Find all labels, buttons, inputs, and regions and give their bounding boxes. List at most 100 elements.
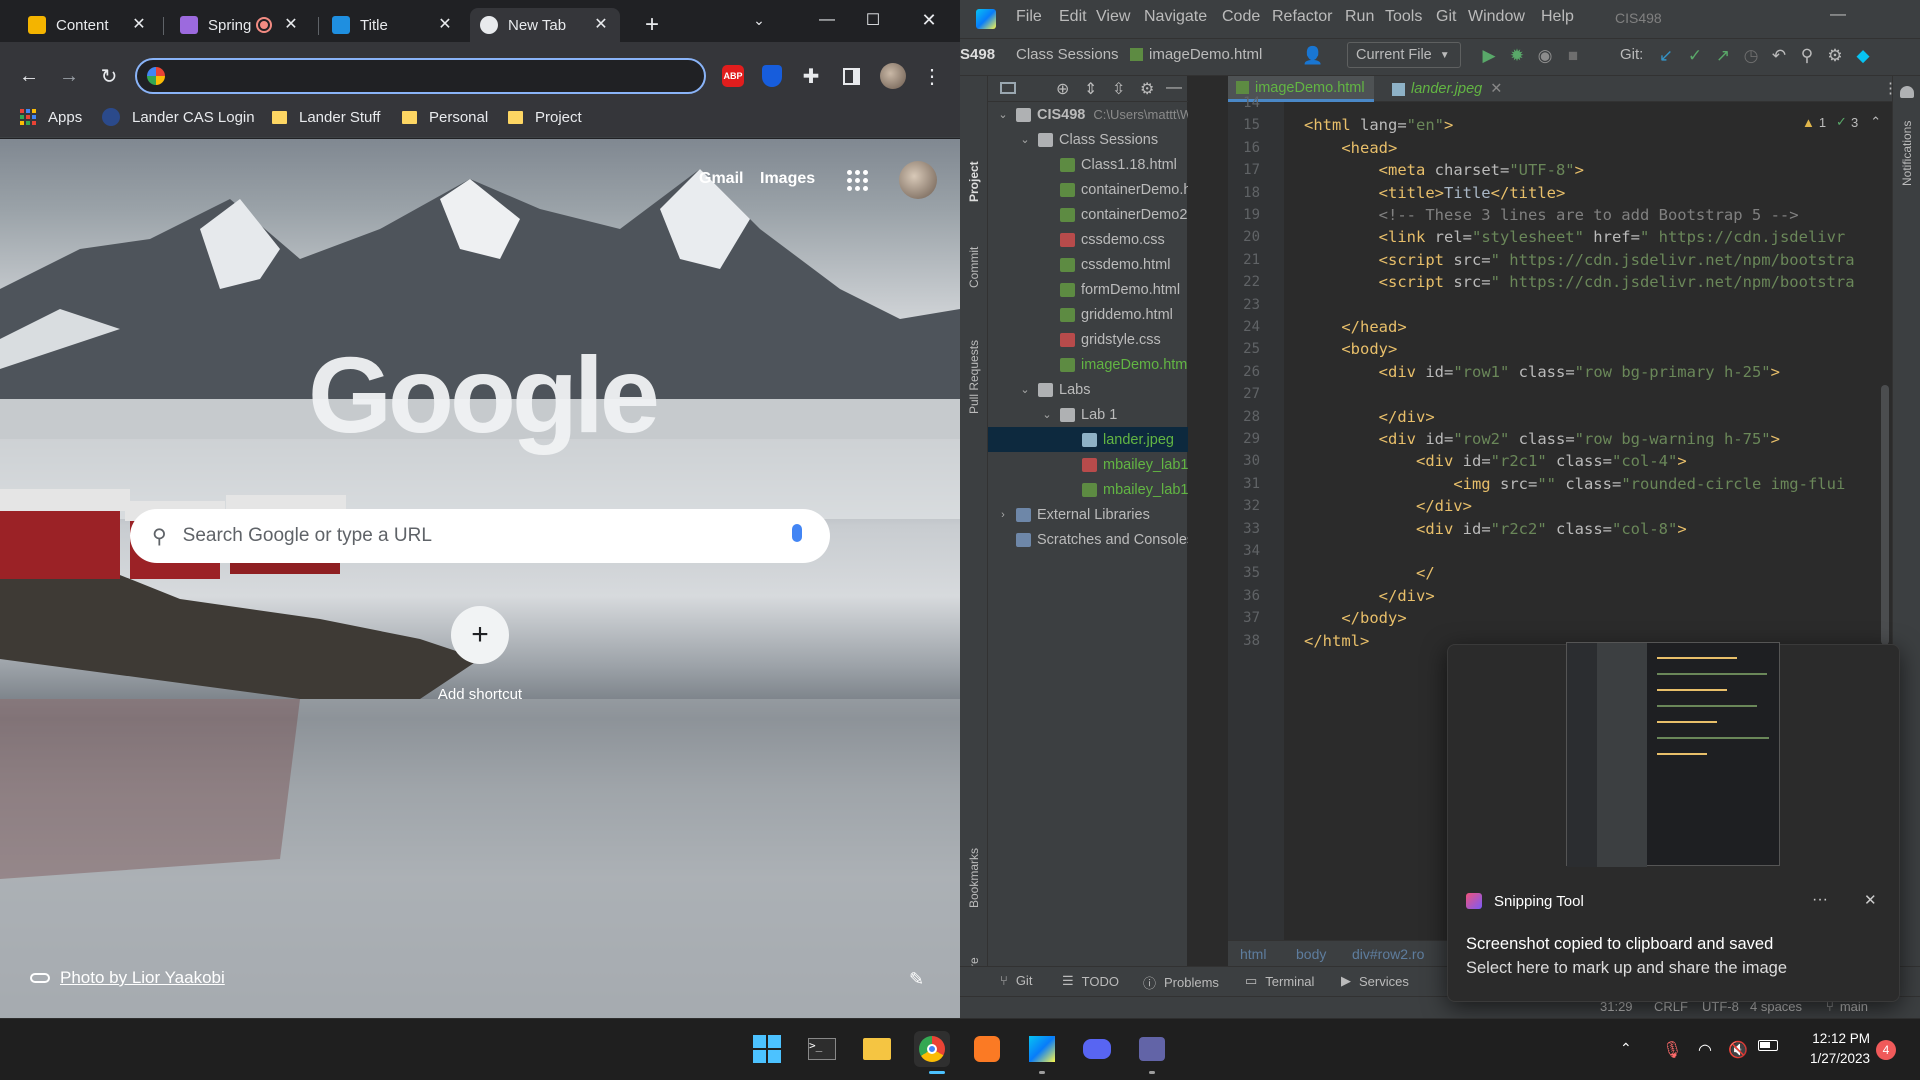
menu-navigate[interactable]: Navigate [1144, 8, 1207, 26]
tree-item[interactable]: Scratches and Consoles [988, 527, 1188, 552]
battery-icon[interactable] [1758, 1040, 1778, 1051]
close-icon[interactable]: ✕ [282, 16, 300, 34]
breadcrumb-project[interactable]: S498 [960, 46, 995, 63]
wifi-icon[interactable]: ◠ [1698, 1040, 1712, 1060]
code-line[interactable]: </html> [1304, 632, 1369, 654]
notification-badge[interactable]: 4 [1876, 1040, 1896, 1060]
code-line[interactable]: <div id="row2" class="row bg-warning h-7… [1304, 430, 1780, 452]
code-line[interactable]: <html lang="en"> [1304, 116, 1453, 138]
chevron-down-icon[interactable]: ⌄ [1018, 133, 1032, 146]
adblock-icon[interactable]: ABP [719, 62, 747, 90]
git-update-icon[interactable]: ↙ [1655, 45, 1677, 67]
tree-item[interactable]: griddemo.html [988, 302, 1188, 327]
tab-spring[interactable]: Spring ✕ [170, 8, 310, 42]
stop-icon[interactable]: ■ [1562, 45, 1584, 67]
tree-item[interactable]: containerDemo2.htm [988, 202, 1188, 227]
account-avatar[interactable] [899, 161, 937, 199]
file-explorer-icon[interactable] [859, 1031, 895, 1067]
close-icon[interactable]: ✕ [436, 16, 454, 34]
new-tab-button[interactable]: + [632, 8, 672, 42]
code-line[interactable]: </div> [1304, 587, 1435, 609]
tree-item[interactable]: Class1.18.html [988, 152, 1188, 177]
tab-title-page[interactable]: Title ✕ [322, 8, 464, 42]
bookmark-apps[interactable]: Apps [20, 106, 82, 128]
code-line[interactable]: <meta charset="UTF-8"> [1304, 161, 1584, 183]
bookmark-project[interactable]: Project [508, 106, 582, 128]
tree-item[interactable]: imageDemo.html [988, 352, 1188, 377]
hide-panel-icon[interactable]: — [1166, 79, 1182, 97]
code-line[interactable]: <title>Title</title> [1304, 184, 1566, 206]
code-line[interactable]: </body> [1304, 609, 1406, 631]
tree-item[interactable]: ⌄ Lab 1 [988, 402, 1188, 427]
close-window-icon[interactable]: ✕ [906, 0, 952, 40]
user-icon[interactable]: 👤 [1302, 45, 1324, 67]
bookmark-lander-cas[interactable]: Lander CAS Login [102, 106, 255, 128]
menu-view[interactable]: View [1096, 8, 1130, 26]
code-line[interactable]: <script src=" https://cdn.jsdelivr.net/n… [1304, 251, 1855, 273]
teams-icon[interactable] [1134, 1031, 1170, 1067]
editor-scrollbar[interactable] [1881, 385, 1889, 645]
git-commit-icon[interactable]: ✓ [1684, 45, 1706, 67]
volume-muted-icon[interactable]: 🔇 [1728, 1040, 1748, 1060]
inspection-widget[interactable]: ▲1 ✓3 ⌃⌄ [1802, 114, 1904, 130]
tree-item[interactable]: gridstyle.css [988, 327, 1188, 352]
tree-item[interactable]: lander.jpeg [988, 427, 1188, 452]
extensions-puzzle-icon[interactable]: ✚ [797, 62, 825, 90]
tool-git[interactable]: ⑂ Git [1000, 973, 1032, 988]
editor-tab-lander[interactable]: lander.jpeg ✕ [1384, 76, 1514, 102]
menu-window[interactable]: Window [1468, 8, 1525, 26]
git-push-icon[interactable]: ↗ [1712, 45, 1734, 67]
menu-tools[interactable]: Tools [1385, 8, 1422, 26]
terminal-icon[interactable]: >_ [804, 1031, 840, 1067]
crumb-body[interactable]: body [1296, 946, 1326, 962]
tool-project[interactable]: Project [967, 161, 981, 202]
images-link[interactable]: Images [760, 170, 815, 188]
discord-icon[interactable] [1079, 1031, 1115, 1067]
photo-credit-link[interactable]: Photo by Lior Yaakobi [30, 968, 225, 988]
tree-item[interactable]: mbailey_lab1.htm [988, 477, 1188, 502]
tree-item[interactable]: › External Libraries [988, 502, 1188, 527]
profile-avatar[interactable] [879, 62, 907, 90]
project-view-icon[interactable] [1000, 82, 1016, 94]
bitwarden-icon[interactable] [758, 62, 786, 90]
tree-item[interactable]: ⌄ Labs [988, 377, 1188, 402]
settings-gear-icon[interactable]: ⚙ [1824, 45, 1846, 67]
menu-help[interactable]: Help [1541, 8, 1574, 26]
code-line[interactable]: <link rel="stylesheet" href=" https://cd… [1304, 228, 1846, 250]
code-line[interactable]: </div> [1304, 408, 1435, 430]
breadcrumb-file[interactable]: imageDemo.html [1130, 46, 1262, 63]
microphone-icon[interactable] [792, 524, 802, 542]
code-line[interactable]: <script src=" https://cdn.jsdelivr.net/n… [1304, 273, 1855, 295]
run-config-select[interactable]: Current File ▼ [1347, 42, 1461, 68]
chevron-down-icon[interactable]: ⌄ [1018, 383, 1032, 396]
code-line[interactable]: </ [1304, 564, 1435, 586]
crumb-div[interactable]: div#row2.ro [1352, 946, 1424, 962]
menu-code[interactable]: Code [1222, 8, 1260, 26]
code-line[interactable]: <img src="" class="rounded-circle img-fl… [1304, 475, 1845, 497]
run-icon[interactable]: ▶ [1478, 45, 1500, 67]
tool-todo[interactable]: ☰ TODO [1062, 973, 1119, 989]
history-icon[interactable]: ◷ [1740, 45, 1762, 67]
tree-item[interactable]: ⌄ Class Sessions [988, 127, 1188, 152]
tab-search-icon[interactable]: ⌄ [736, 0, 782, 40]
chevron-right-icon[interactable]: › [996, 509, 1010, 521]
close-icon[interactable]: ✕ [130, 16, 148, 34]
close-icon[interactable]: ✕ [592, 16, 610, 34]
screenshot-thumbnail[interactable] [1566, 642, 1780, 867]
code-line[interactable]: </div> [1304, 497, 1472, 519]
toast-close-button[interactable]: ✕ [1864, 891, 1877, 909]
back-icon[interactable]: ← [15, 62, 43, 90]
clock[interactable]: 12:12 PM 1/27/2023 [1790, 1029, 1870, 1069]
crumb-html[interactable]: html [1240, 946, 1266, 962]
expand-all-icon[interactable]: ⇕ [1084, 79, 1097, 99]
minimize-icon[interactable]: — [804, 0, 850, 40]
tool-notifications[interactable]: Notifications [1900, 121, 1914, 186]
tool-services[interactable]: ▶ Services [1341, 973, 1409, 989]
search-everywhere-icon[interactable]: ⚲ [1796, 45, 1818, 67]
tree-item[interactable]: cssdemo.html [988, 252, 1188, 277]
code-line[interactable]: <body> [1304, 340, 1397, 362]
side-panel-icon[interactable] [837, 62, 865, 90]
gmail-link[interactable]: Gmail [699, 170, 743, 188]
jetbrains-icon[interactable]: ◆ [1852, 45, 1874, 67]
microphone-in-use-icon[interactable]: 🎙 [1662, 1040, 1682, 1060]
